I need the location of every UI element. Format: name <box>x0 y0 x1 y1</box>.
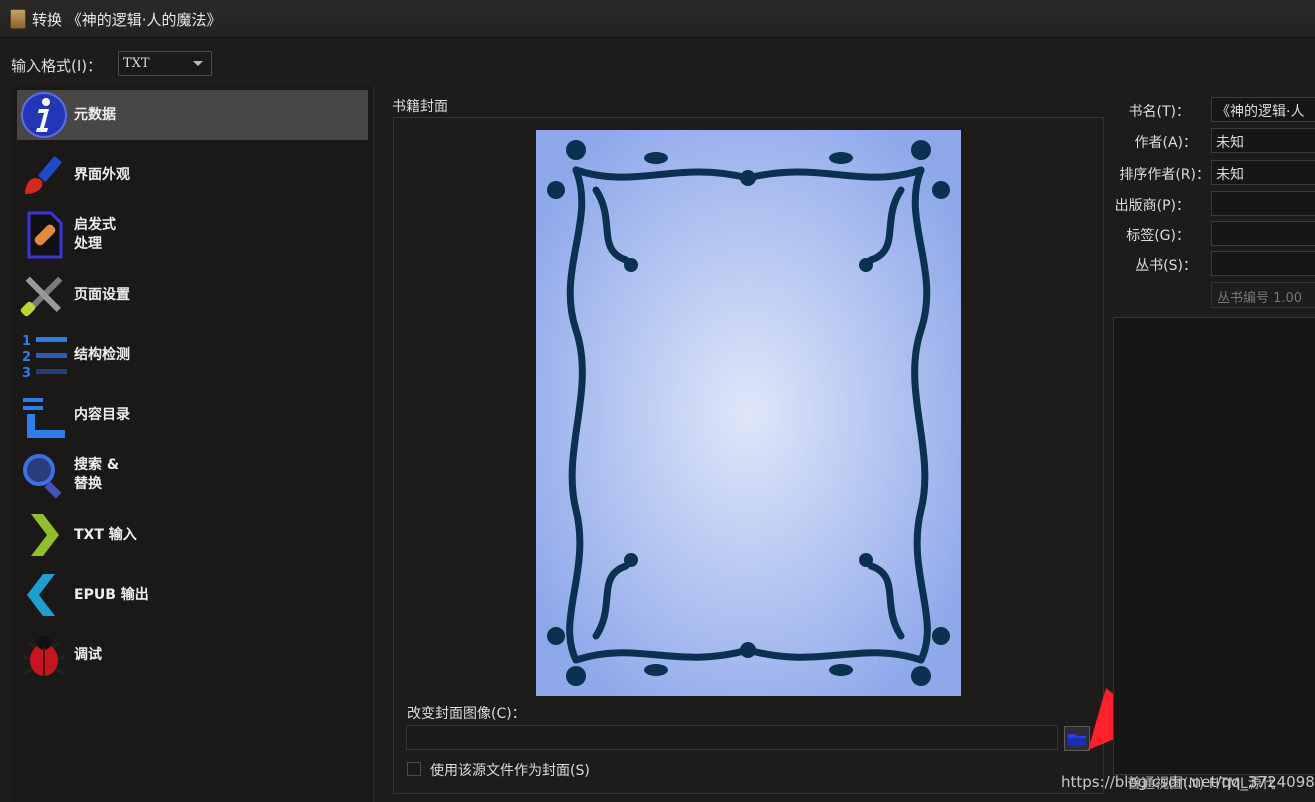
sidebar-item-label: 内容目录 <box>74 407 130 423</box>
sidebar-item-page-setup[interactable]: 页面设置 <box>17 270 368 320</box>
author-sort-field[interactable]: 未知 <box>1211 160 1315 185</box>
change-cover-label: 改变封面图像(C)： <box>407 706 526 722</box>
title-label: 书名(T)： <box>1128 104 1190 120</box>
paintbrush-icon <box>25 156 62 194</box>
series-index-spinbox[interactable]: 丛书编号 1.00 <box>1211 282 1315 308</box>
input-format-label: 输入格式(I)： <box>11 57 103 75</box>
input-format-select[interactable]: TXT <box>118 51 212 76</box>
author-label: 作者(A)： <box>1134 135 1197 151</box>
tags-field[interactable] <box>1211 221 1315 246</box>
sidebar-item-debug[interactable]: 调试 <box>17 630 368 680</box>
sidebar-item-label: 调试 <box>74 647 102 663</box>
sidebar-item-structure-detection[interactable]: 1 2 3 结构检测 <box>17 330 368 380</box>
tags-label: 标签(G)： <box>1126 228 1190 244</box>
sidebar-item-label: 元数据 <box>74 107 116 123</box>
svg-text:1: 1 <box>22 334 31 349</box>
bug-icon <box>23 636 65 676</box>
sidebar-item-label: EPUB 输出 <box>74 587 149 603</box>
sidebar-item-label: 界面外观 <box>74 167 130 183</box>
tools-icon <box>20 276 63 317</box>
sidebar-item-label: 页面设置 <box>74 287 130 303</box>
author-sort-label: 排序作者(R)： <box>1119 167 1210 183</box>
svg-text:3: 3 <box>22 366 31 380</box>
cover-image <box>536 130 961 696</box>
comments-editor[interactable] <box>1113 317 1315 775</box>
toc-icon <box>23 398 65 438</box>
magnifier-icon <box>23 454 62 499</box>
sidebar: 元数据 界面外观 启发式 处理 页面设置 1 2 3 结构检测 内容目录 搜索 … <box>11 86 374 802</box>
sidebar-item-epub-output[interactable]: EPUB 输出 <box>17 570 368 620</box>
sidebar-item-label: TXT 输入 <box>74 527 137 543</box>
input-format-value: TXT <box>123 56 150 71</box>
cover-path-input[interactable] <box>406 725 1058 750</box>
chevron-right-icon <box>31 514 59 556</box>
window-title: 转换 《神的逻辑·人的魔法》 <box>32 11 222 29</box>
bandage-document-icon <box>27 211 63 259</box>
use-source-cover-label: 使用该源文件作为封面(S) <box>430 763 590 779</box>
series-label: 丛书(S)： <box>1135 258 1197 274</box>
app-icon <box>10 9 26 29</box>
sidebar-item-metadata[interactable]: 元数据 <box>17 90 368 140</box>
chevron-down-icon <box>193 61 203 66</box>
sidebar-item-toc[interactable]: 内容目录 <box>17 390 368 440</box>
cover-caption: 书籍封面 <box>392 99 448 115</box>
author-field[interactable]: 未知 <box>1211 128 1315 153</box>
sidebar-item-label: 搜索 & 替换 <box>74 457 120 492</box>
series-field[interactable] <box>1211 251 1315 276</box>
sidebar-item-label: 结构检测 <box>74 347 130 363</box>
use-source-cover-checkbox[interactable] <box>407 762 421 776</box>
sidebar-item-txt-input[interactable]: TXT 输入 <box>17 510 368 560</box>
svg-text:2: 2 <box>22 350 31 365</box>
sidebar-item-search-replace[interactable]: 搜索 & 替换 <box>17 450 368 500</box>
publisher-label: 出版商(P)： <box>1114 198 1190 214</box>
sidebar-item-look-feel[interactable]: 界面外观 <box>17 150 368 200</box>
title-bar: 转换 《神的逻辑·人的魔法》 <box>0 0 1315 38</box>
publisher-field[interactable] <box>1211 191 1315 216</box>
info-icon <box>21 92 67 138</box>
chevron-left-icon <box>27 574 55 616</box>
numbered-list-icon: 1 2 3 <box>22 334 67 380</box>
sidebar-item-label: 启发式 处理 <box>74 217 116 252</box>
watermark-text: https://blog.csdn.net/qq_37240982 <box>1061 773 1315 791</box>
title-field[interactable]: 《神的逻辑·人 <box>1211 97 1315 122</box>
sidebar-item-heuristics[interactable]: 启发式 处理 <box>17 210 368 260</box>
